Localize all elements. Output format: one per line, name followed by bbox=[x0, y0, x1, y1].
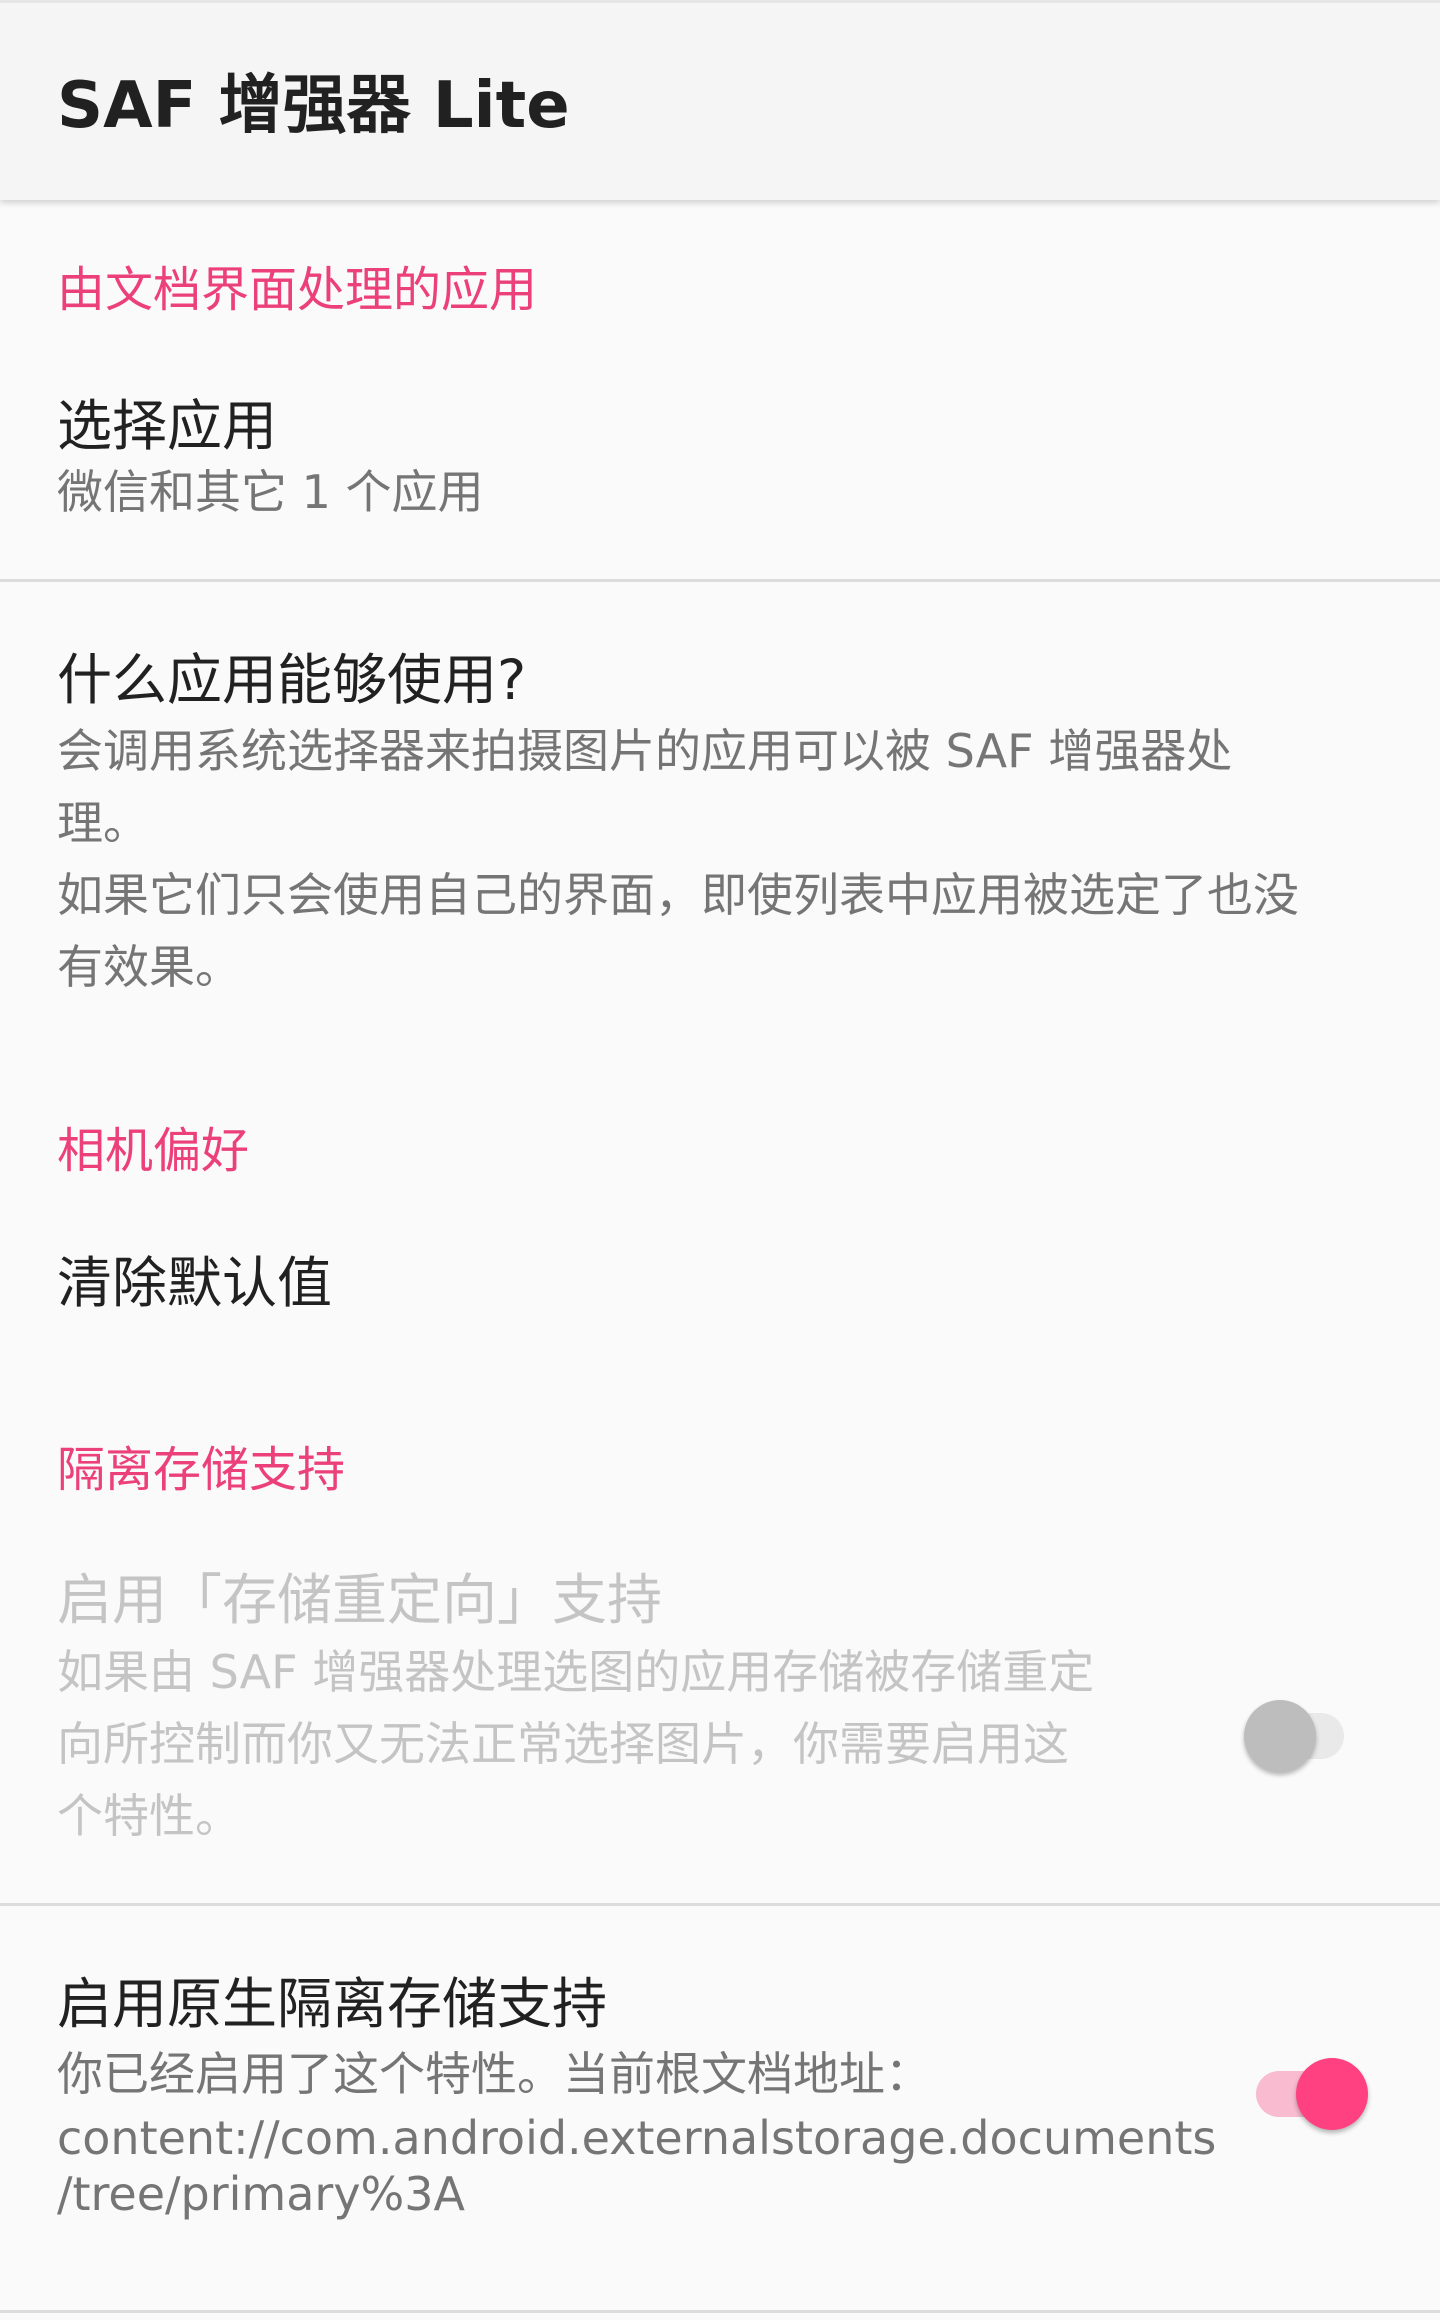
summary-line: 如果由 SAF 增强器处理选图的应用存储被存储重定 bbox=[57, 1645, 1095, 1699]
summary-line: 你已经启用了这个特性。当前根文档地址： bbox=[57, 2047, 931, 2101]
preference-title: 启用原生隔离存储支持 bbox=[57, 1972, 608, 2036]
storage-redirect-toggle bbox=[1244, 1700, 1346, 1772]
switch-thumb bbox=[1296, 2058, 1368, 2130]
summary-line: content://com.android.externalstorage.do… bbox=[57, 2111, 1217, 2165]
native-isolated-storage-preference[interactable]: 启用原生隔离存储支持 你已经启用了这个特性。当前根文档地址： content:/… bbox=[0, 1906, 1440, 2310]
app-bar: SAF 增强器 Lite bbox=[0, 0, 1440, 200]
summary-line: 理。 bbox=[57, 796, 149, 850]
preference-title: 清除默认值 bbox=[57, 1251, 333, 1315]
native-isolated-storage-toggle[interactable] bbox=[1256, 2058, 1368, 2130]
app-title: SAF 增强器 Lite bbox=[57, 69, 570, 143]
preference-summary: 你已经启用了这个特性。当前根文档地址： content://com.androi… bbox=[57, 2039, 1216, 2221]
category-header-document-ui: 由文档界面处理的应用 bbox=[57, 262, 538, 318]
summary-line: 有效果。 bbox=[57, 940, 241, 994]
storage-redirect-preference: 启用「存储重定向」支持 如果由 SAF 增强器处理选图的应用存储被存储重定 向所… bbox=[0, 1530, 1440, 1903]
summary-line: 会调用系统选择器来拍摄图片的应用可以被 SAF 增强器处 bbox=[57, 724, 1233, 778]
summary-line: 个特性。 bbox=[57, 1789, 241, 1843]
summary-line: /tree/primary%3A bbox=[57, 2167, 466, 2221]
preference-summary: 如果由 SAF 增强器处理选图的应用存储被存储重定 向所控制而你又无法正常选择图… bbox=[57, 1636, 1094, 1852]
category-header-camera: 相机偏好 bbox=[57, 1123, 250, 1179]
summary-line: 如果它们只会使用自己的界面，即使列表中应用被选定了也没 bbox=[57, 868, 1299, 922]
divider bbox=[0, 2310, 1440, 2313]
summary-line: 向所控制而你又无法正常选择图片，你需要启用这 bbox=[57, 1717, 1069, 1771]
category-header-isolated-storage: 隔离存储支持 bbox=[57, 1442, 346, 1498]
preference-title: 什么应用能够使用? bbox=[57, 648, 527, 712]
clear-defaults-preference[interactable]: 清除默认值 bbox=[0, 1210, 1440, 1360]
select-apps-preference[interactable]: 选择应用 微信和其它 1 个应用 bbox=[0, 360, 1440, 580]
preference-title: 启用「存储重定向」支持 bbox=[57, 1568, 663, 1632]
preference-title: 选择应用 bbox=[57, 394, 278, 458]
switch-thumb bbox=[1244, 1700, 1316, 1772]
preference-summary: 微信和其它 1 个应用 bbox=[57, 465, 484, 519]
what-apps-info-preference: 什么应用能够使用? 会调用系统选择器来拍摄图片的应用可以被 SAF 增强器处 理… bbox=[0, 582, 1440, 1052]
preference-summary: 会调用系统选择器来拍摄图片的应用可以被 SAF 增强器处 理。 如果它们只会使用… bbox=[57, 715, 1299, 1003]
